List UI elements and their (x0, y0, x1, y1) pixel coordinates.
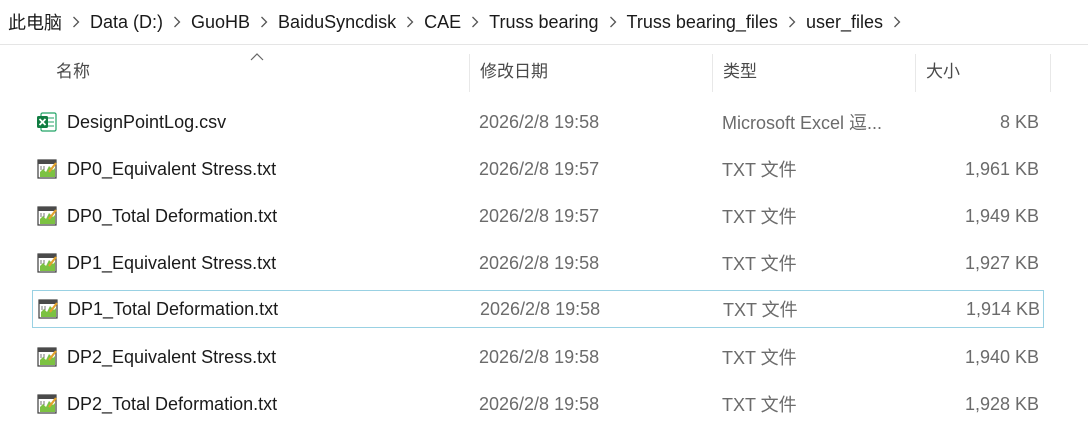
file-row[interactable]: DP2_Equivalent Stress.txt 2026/2/8 19:58… (32, 339, 1044, 377)
breadcrumb-item-truss-bearing[interactable]: Truss bearing (487, 12, 600, 33)
file-name[interactable]: DP2_Equivalent Stress.txt (67, 347, 276, 368)
file-type: TXT 文件 (722, 348, 797, 368)
file-date: 2026/2/8 19:57 (479, 205, 600, 226)
file-row[interactable]: DP0_Equivalent Stress.txt 2026/2/8 19:57… (32, 151, 1044, 189)
text-file-icon (37, 159, 57, 179)
chevron-right-icon[interactable] (780, 13, 804, 31)
text-file-icon (37, 206, 57, 226)
chevron-right-icon[interactable] (885, 13, 909, 31)
file-type: TXT 文件 (722, 160, 797, 180)
file-date: 2026/2/8 19:58 (480, 298, 601, 319)
breadcrumb-item-cae[interactable]: CAE (422, 12, 463, 33)
file-name[interactable]: DP0_Equivalent Stress.txt (67, 159, 276, 180)
column-divider[interactable] (1050, 54, 1051, 92)
file-name[interactable]: DP1_Total Deformation.txt (68, 299, 278, 320)
file-name[interactable]: DP1_Equivalent Stress.txt (67, 253, 276, 274)
column-header-size[interactable]: 大小 (916, 46, 1050, 92)
file-size: 1,949 KB (964, 205, 1039, 226)
file-row[interactable]: DP1_Equivalent Stress.txt 2026/2/8 19:58… (32, 245, 1044, 283)
file-name[interactable]: DP0_Total Deformation.txt (67, 206, 277, 227)
file-name[interactable]: DP2_Total Deformation.txt (67, 394, 277, 415)
breadcrumb-item-guohb[interactable]: GuoHB (189, 12, 252, 33)
file-date: 2026/2/8 19:57 (479, 158, 600, 179)
text-file-icon (37, 253, 57, 273)
chevron-right-icon[interactable] (165, 13, 189, 31)
text-file-icon (37, 394, 57, 414)
file-type: TXT 文件 (722, 207, 797, 227)
file-date: 2026/2/8 19:58 (479, 111, 600, 132)
file-size: 1,928 KB (964, 393, 1039, 414)
file-row-focused[interactable]: DP1_Total Deformation.txt 2026/2/8 19:58… (32, 290, 1044, 328)
breadcrumb-item-drive[interactable]: Data (D:) (88, 12, 165, 33)
breadcrumb-item-user-files[interactable]: user_files (804, 12, 885, 33)
chevron-right-icon[interactable] (601, 13, 625, 31)
breadcrumb-item-truss-bearing-files[interactable]: Truss bearing_files (625, 12, 780, 33)
file-type: TXT 文件 (723, 300, 798, 320)
text-file-icon (38, 299, 58, 319)
file-row[interactable]: DP0_Total Deformation.txt 2026/2/8 19:57… (32, 198, 1044, 236)
breadcrumb-item-this-pc[interactable]: 此电脑 (6, 9, 64, 35)
chevron-right-icon[interactable] (398, 13, 422, 31)
chevron-right-icon[interactable] (64, 13, 88, 31)
file-date: 2026/2/8 19:58 (479, 393, 600, 414)
file-row[interactable]: DP2_Total Deformation.txt 2026/2/8 19:58… (32, 386, 1044, 424)
file-type: TXT 文件 (722, 254, 797, 274)
file-date: 2026/2/8 19:58 (479, 252, 600, 273)
column-header-name[interactable]: 名称 (46, 46, 469, 92)
file-type: Microsoft Excel 逗... (722, 113, 883, 133)
column-header-row: 名称 修改日期 类型 大小 (0, 46, 1088, 94)
chevron-right-icon[interactable] (252, 13, 276, 31)
breadcrumb: 此电脑 Data (D:) GuoHB BaiduSyncdisk CAE Tr… (0, 0, 1088, 45)
file-name[interactable]: DesignPointLog.csv (67, 112, 226, 133)
file-size: 1,914 KB (965, 298, 1040, 319)
file-row[interactable]: DesignPointLog.csv 2026/2/8 19:58 Micros… (32, 104, 1044, 142)
text-file-icon (37, 347, 57, 367)
file-date: 2026/2/8 19:58 (479, 346, 600, 367)
file-size: 1,940 KB (964, 346, 1039, 367)
file-size: 1,927 KB (964, 252, 1039, 273)
file-size: 1,961 KB (964, 158, 1039, 179)
excel-file-icon (37, 112, 57, 132)
file-size: 8 KB (999, 111, 1039, 132)
column-header-date[interactable]: 修改日期 (470, 46, 712, 92)
chevron-right-icon[interactable] (463, 13, 487, 31)
file-type: TXT 文件 (722, 395, 797, 415)
breadcrumb-item-baidusyncdisk[interactable]: BaiduSyncdisk (276, 12, 398, 33)
column-header-type[interactable]: 类型 (713, 46, 915, 92)
